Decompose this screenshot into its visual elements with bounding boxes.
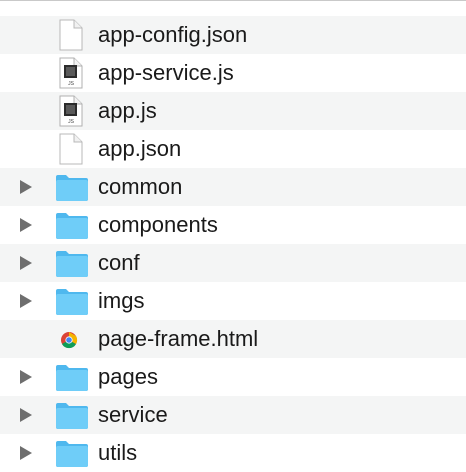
folder-name: pages [98,364,158,389]
list-item-components[interactable]: components [0,206,466,244]
folder-name: conf [98,250,140,275]
disclosure-triangle-icon[interactable] [20,180,32,194]
file-name: app.json [98,136,182,161]
folder-icon [55,399,89,431]
disclosure-triangle-icon[interactable] [20,218,32,232]
folder-name: components [98,212,218,237]
list-item-imgs[interactable]: imgs [0,282,466,320]
list-item-service[interactable]: service [0,396,466,434]
svg-text:JS: JS [68,81,75,87]
file-name: app.js [98,98,157,123]
disclosure-triangle-icon[interactable] [20,256,32,270]
list-item-common[interactable]: common [0,168,466,206]
file-name: app-config.json [98,22,248,47]
list-item-app-config-json[interactable]: app-config.json [0,16,466,54]
list-item-page-frame-html[interactable]: page-frame.html [0,320,466,358]
document-icon [55,19,89,51]
list-item-app-service-js[interactable]: JS app-service.js [0,54,466,92]
folder-icon [55,285,89,317]
list-item-pages[interactable]: pages [0,358,466,396]
folder-name: imgs [98,288,145,313]
svg-text:JS: JS [68,119,75,125]
folder-icon [55,247,89,279]
list-item-conf[interactable]: conf [0,244,466,282]
disclosure-triangle-icon[interactable] [20,408,32,422]
chrome-html-icon [55,323,89,355]
list-item-app-json[interactable]: app.json [0,130,466,168]
folder-name: utils [98,440,138,465]
disclosure-triangle-icon[interactable] [20,446,32,460]
document-icon [55,133,89,165]
folder-icon [55,209,89,241]
js-file-icon: JS [55,95,89,127]
disclosure-triangle-icon[interactable] [20,294,32,308]
file-list: app-config.json JS app-service.js JS app… [0,0,466,472]
disclosure-triangle-icon[interactable] [20,370,32,384]
list-item-app-js[interactable]: JS app.js [0,92,466,130]
file-name: page-frame.html [98,326,259,351]
folder-icon [55,437,89,469]
list-item-utils[interactable]: utils [0,434,466,472]
file-name: app-service.js [98,60,234,85]
folder-icon [55,361,89,393]
folder-icon [55,171,89,203]
js-file-icon: JS [55,57,89,89]
folder-name: common [98,174,183,199]
folder-name: service [98,402,168,427]
